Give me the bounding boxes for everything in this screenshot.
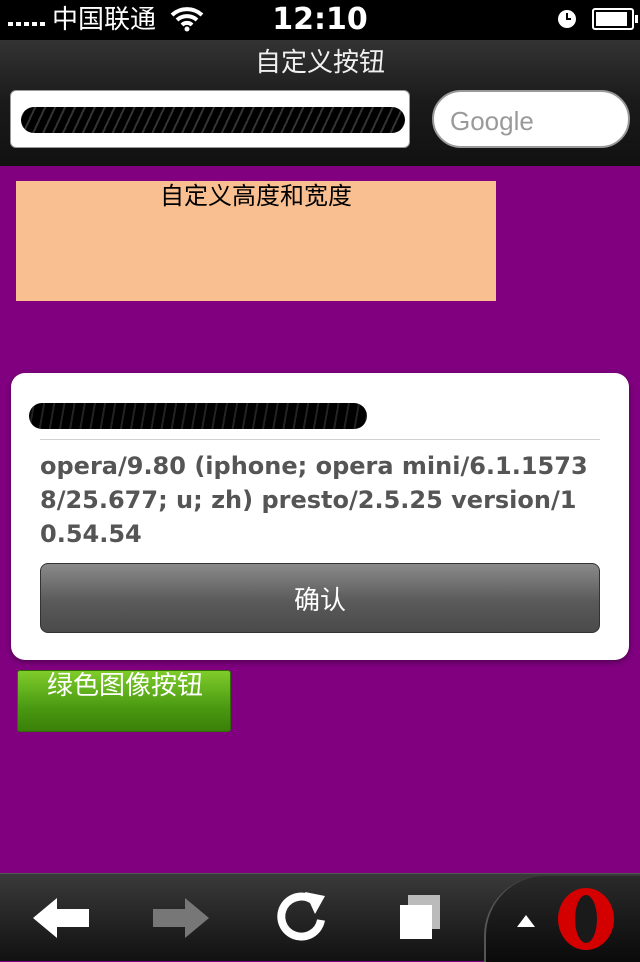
battery-icon — [592, 8, 638, 30]
redacted-url-scribble — [21, 107, 405, 133]
opera-menu-button[interactable] — [484, 876, 640, 962]
confirm-button[interactable]: 确认 — [40, 563, 600, 633]
green-image-button-label: 绿色图像按钮 — [46, 671, 203, 701]
user-agent-text: opera/9.80 (iphone; opera mini/6.1.15738… — [40, 452, 588, 548]
reload-button[interactable] — [256, 882, 346, 954]
back-arrow-icon — [33, 898, 89, 938]
page-title: 自定义按钮 — [254, 48, 385, 78]
custom-size-button[interactable]: 自定义高度和宽度 — [16, 181, 496, 301]
green-image-button[interactable]: 绿色图像按钮 — [17, 670, 231, 732]
search-input[interactable] — [448, 100, 622, 142]
back-button[interactable] — [16, 882, 106, 954]
forward-arrow-icon — [153, 898, 209, 938]
url-bar[interactable] — [10, 90, 410, 148]
browser-header: 自定义按钮 — [0, 40, 640, 166]
tabs-button[interactable] — [374, 882, 464, 954]
status-bar: 中国联通 12:10 — [0, 0, 640, 40]
redacted-heading-scribble — [29, 403, 367, 429]
opera-logo-icon — [558, 888, 614, 950]
reload-icon — [277, 892, 325, 941]
dialog-card: opera/9.80 (iphone; opera mini/6.1.15738… — [11, 373, 629, 660]
forward-button[interactable] — [136, 882, 226, 954]
menu-up-arrow-icon — [517, 915, 535, 927]
tabs-icon — [400, 895, 440, 939]
bottom-toolbar — [0, 873, 640, 962]
custom-size-button-label: 自定义高度和宽度 — [160, 183, 352, 210]
battery-fill — [596, 12, 627, 26]
status-time: 12:10 — [272, 2, 368, 37]
search-box[interactable] — [432, 90, 630, 148]
card-divider — [40, 439, 600, 440]
alarm-clock-icon — [556, 8, 578, 34]
